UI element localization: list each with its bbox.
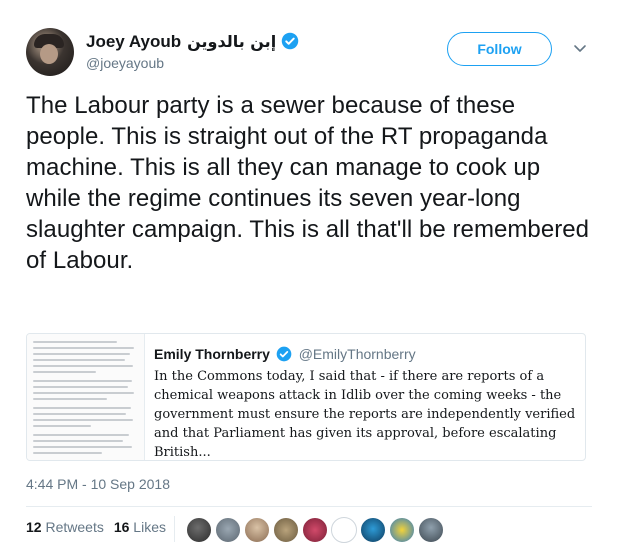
quoted-tweet-text: In the Commons today, I said that - if t…	[154, 369, 576, 460]
tweet-stats: 12 Retweets 16 Likes	[26, 519, 166, 535]
follow-button[interactable]: Follow	[447, 32, 552, 66]
liker-avatar[interactable]	[418, 517, 444, 543]
quoted-tweet-body: Emily Thornberry @EmilyThornberry In the…	[154, 346, 579, 460]
quoted-tweet-author-handle: @EmilyThornberry	[298, 346, 416, 362]
divider	[26, 506, 592, 507]
verified-badge-icon	[281, 32, 299, 50]
liker-avatar[interactable]	[302, 517, 328, 543]
tweet-text: The Labour party is a sewer because of t…	[26, 92, 590, 274]
user-name-latin: Joey Ayoub	[86, 32, 182, 51]
quoted-tweet-author-name: Emily Thornberry	[154, 346, 270, 362]
tweet-timestamp[interactable]: 4:44 PM - 10 Sep 2018	[26, 476, 170, 492]
quoted-tweet-card[interactable]: Emily Thornberry @EmilyThornberry In the…	[26, 333, 586, 461]
retweets-stat[interactable]: 12 Retweets	[26, 519, 104, 535]
stats-separator	[174, 516, 175, 542]
quoted-tweet-document-thumbnail	[27, 334, 145, 460]
chevron-down-icon[interactable]	[572, 40, 588, 56]
retweets-count: 12	[26, 519, 42, 535]
likes-count: 16	[113, 519, 130, 535]
liker-avatar[interactable]	[360, 517, 386, 543]
likes-label: Likes	[133, 519, 166, 535]
retweets-label: Retweets	[45, 519, 104, 535]
liker-avatar[interactable]	[215, 517, 241, 543]
user-display-name[interactable]: Joey Ayoub إبن بالدوين	[86, 32, 299, 52]
user-name-arabic: إبن بالدوين	[187, 32, 277, 51]
avatar[interactable]	[26, 28, 74, 76]
user-handle[interactable]: @joeyayoub	[86, 55, 164, 71]
liker-avatar[interactable]	[186, 517, 212, 543]
verified-badge-icon	[276, 346, 292, 362]
likes-stat[interactable]: 16 Likes	[114, 519, 166, 535]
liker-avatar[interactable]	[389, 517, 415, 543]
liker-avatar[interactable]	[244, 517, 270, 543]
quoted-tweet-author: Emily Thornberry @EmilyThornberry	[154, 346, 579, 362]
avatar-face-shape	[40, 44, 58, 64]
liker-avatar[interactable]	[273, 517, 299, 543]
tweet-header: Joey Ayoub إبن بالدوين @joeyayoub Follow	[26, 26, 596, 78]
liker-avatar[interactable]	[331, 517, 357, 543]
